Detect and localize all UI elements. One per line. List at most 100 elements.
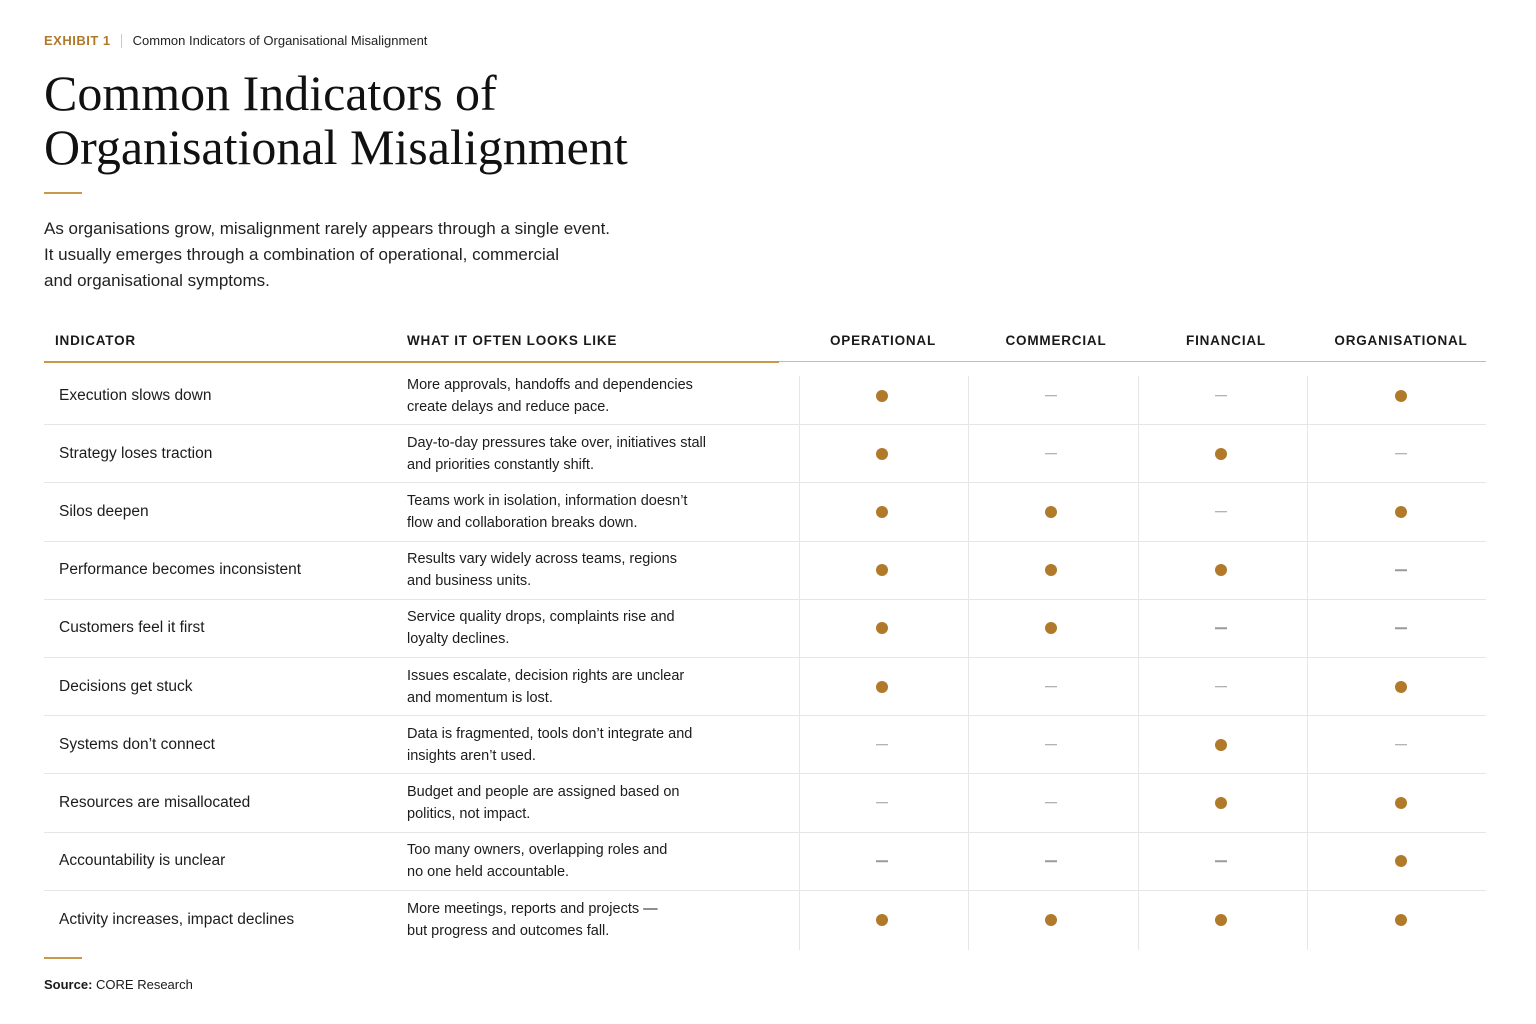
- exhibit-page: EXHIBIT 1 Common Indicators of Organisat…: [44, 0, 1486, 1024]
- dot-icon: [1395, 389, 1407, 402]
- dot-icon: [1215, 447, 1227, 460]
- title-accent-rule: [44, 192, 82, 194]
- dash-icon: [876, 860, 888, 862]
- description-line: Data is fragmented, tools don’t integrat…: [407, 725, 693, 742]
- dot-icon: [876, 680, 888, 693]
- dot-icon: [1395, 796, 1407, 809]
- table-row: Accountability is unclear Too many owners…: [44, 833, 1486, 891]
- dot-icon: [876, 913, 888, 926]
- table-row: Customers feel it first Service quality d…: [44, 600, 1486, 658]
- dot-icon: [1395, 680, 1407, 693]
- dot-icon: [1215, 738, 1227, 751]
- description-line: More meetings, reports and projects —: [407, 900, 658, 917]
- dot-icon: [1215, 564, 1227, 577]
- header-organisational: ORGANISATIONAL: [1334, 333, 1468, 348]
- what-it-looks-like-cell: Service quality drops, complaints rise a…: [407, 600, 767, 657]
- dash-icon: [1395, 743, 1407, 746]
- dot-icon: [876, 505, 888, 518]
- dot-icon: [876, 564, 888, 577]
- description-line: Issues escalate, decision rights are unc…: [407, 667, 685, 684]
- header-rule-accent: [44, 361, 779, 363]
- page-title-line-2: Organisational Misalignment: [44, 119, 628, 175]
- what-it-looks-like-cell: Too many owners, overlapping roles and no…: [407, 833, 767, 890]
- what-it-looks-like-cell: Teams work in isolation, information doe…: [407, 483, 767, 540]
- dot-icon: [1215, 913, 1227, 926]
- header-operational: OPERATIONAL: [829, 333, 937, 348]
- what-it-looks-like-cell: Data is fragmented, tools don’t integrat…: [407, 716, 767, 773]
- page-title-line-1: Common Indicators of: [44, 65, 497, 121]
- dot-icon: [1215, 796, 1227, 809]
- dash-icon: [1045, 685, 1057, 688]
- table-row: Execution slows down More approvals, hand…: [44, 367, 1486, 426]
- header-commercial: COMMERCIAL: [1005, 333, 1107, 348]
- intro-paragraph: As organisations grow, misalignment rare…: [44, 216, 684, 294]
- dot-icon: [1395, 913, 1407, 926]
- description-line: politics, not impact.: [407, 805, 531, 822]
- dot-icon: [1395, 855, 1407, 868]
- indicator-cell: Activity increases, impact declines: [59, 910, 295, 928]
- dash-icon: [1045, 394, 1057, 397]
- what-it-looks-like-cell: Results vary widely across teams, region…: [407, 542, 767, 599]
- dot-icon: [1045, 622, 1057, 635]
- what-it-looks-like-cell: Day-to-day pressures take over, initiati…: [407, 425, 767, 482]
- description-line: flow and collaboration breaks down.: [407, 514, 638, 531]
- what-it-looks-like-cell: Budget and people are assigned based on p…: [407, 774, 767, 831]
- dash-icon: [1215, 860, 1227, 862]
- header-what-it-looks-like: WHAT IT OFTEN LOOKS LIKE: [407, 333, 618, 348]
- indicator-cell: Resources are misallocated: [59, 793, 251, 811]
- dash-icon: [1045, 802, 1057, 804]
- description-line: loyalty declines.: [407, 631, 510, 648]
- table-row: Silos deepen Teams work in isolation, inf…: [44, 483, 1486, 542]
- dash-icon: [1215, 394, 1227, 397]
- description-line: no one held accountable.: [407, 864, 570, 881]
- intro-line-3: and organisational symptoms.: [44, 271, 270, 290]
- table-row: Strategy loses traction Day-to-day pressu…: [44, 425, 1486, 484]
- dash-icon: [1395, 453, 1407, 455]
- dot-icon: [876, 447, 888, 460]
- description-line: Budget and people are assigned based on: [407, 783, 680, 800]
- indicator-cell: Customers feel it first: [59, 619, 205, 637]
- exhibit-eyebrow: EXHIBIT 1 Common Indicators of Organisat…: [44, 33, 427, 48]
- dash-icon: [1045, 743, 1057, 746]
- description-line: create delays and reduce pace.: [407, 398, 610, 415]
- dot-icon: [876, 622, 888, 635]
- dot-icon: [1395, 505, 1407, 518]
- description-line: Too many owners, overlapping roles and: [407, 842, 668, 859]
- dash-icon: [1045, 860, 1057, 862]
- indicator-cell: Systems don’t connect: [59, 735, 215, 753]
- description-line: and priorities constantly shift.: [407, 456, 594, 473]
- source-label: Source:: [44, 977, 93, 992]
- indicator-cell: Performance becomes inconsistent: [59, 561, 302, 579]
- table-row: Resources are misallocated Budget and peo…: [44, 774, 1486, 833]
- dot-icon: [1045, 913, 1057, 926]
- dot-icon: [1045, 564, 1057, 577]
- intro-line-1: As organisations grow, misalignment rare…: [44, 219, 611, 238]
- dash-icon: [1215, 685, 1227, 688]
- dash-icon: [1395, 569, 1407, 571]
- dash-icon: [876, 743, 888, 746]
- description-line: and business units.: [407, 573, 532, 590]
- dot-icon: [876, 389, 888, 402]
- what-it-looks-like-cell: More approvals, handoffs and dependencie…: [407, 367, 767, 424]
- dash-icon: [876, 802, 888, 804]
- table-body: Execution slows down More approvals, hand…: [44, 367, 1486, 949]
- description-line: Teams work in isolation, information doe…: [407, 492, 688, 509]
- what-it-looks-like-cell: More meetings, reports and projects — but…: [407, 891, 767, 949]
- dash-icon: [1215, 627, 1227, 630]
- what-it-looks-like-cell: Issues escalate, decision rights are unc…: [407, 658, 767, 715]
- table-row: Performance becomes inconsistent Results …: [44, 542, 1486, 600]
- header-indicator: INDICATOR: [55, 333, 136, 348]
- description-line: Day-to-day pressures take over, initiati…: [407, 434, 706, 451]
- eyebrow-divider: [120, 33, 122, 48]
- intro-line-2: It usually emerges through a combination…: [44, 245, 559, 264]
- exhibit-label: EXHIBIT 1: [44, 33, 111, 48]
- indicator-cell: Silos deepen: [59, 502, 149, 520]
- dash-icon: [1045, 453, 1057, 455]
- table-header: INDICATOR WHAT IT OFTEN LOOKS LIKE OPERA…: [44, 328, 1486, 363]
- page-title: Common Indicators of Organisational Misa…: [44, 66, 744, 174]
- indicator-cell: Accountability is unclear: [59, 852, 226, 870]
- description-line: Results vary widely across teams, region…: [407, 551, 677, 568]
- source-text: CORE Research: [96, 977, 193, 992]
- header-financial: FINANCIAL: [1186, 333, 1266, 348]
- table-row: Activity increases, impact declines More …: [44, 891, 1486, 949]
